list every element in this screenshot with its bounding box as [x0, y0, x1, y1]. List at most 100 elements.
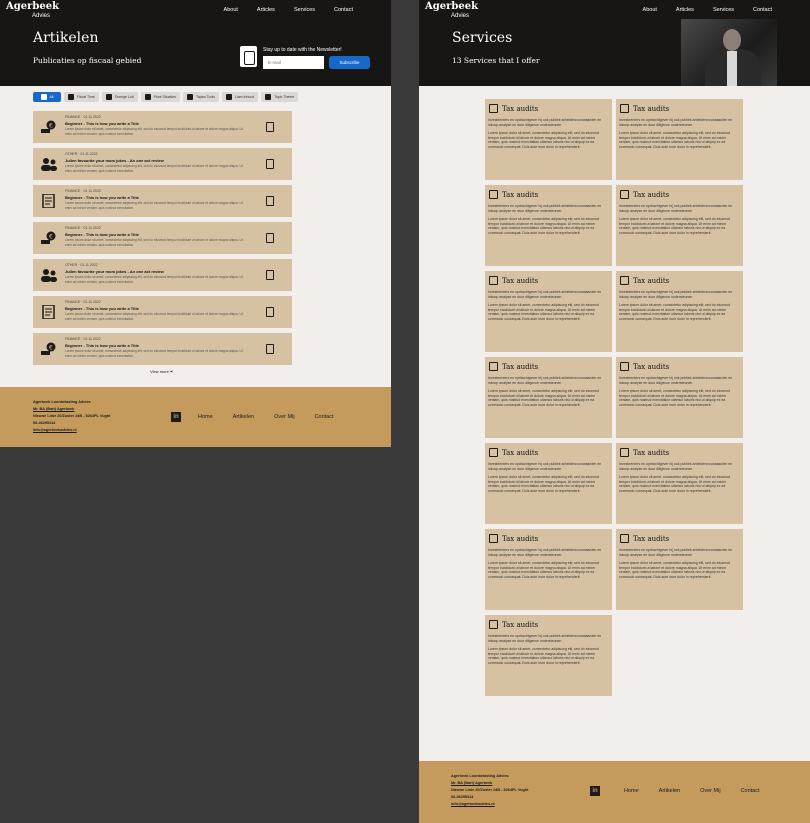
nav-services[interactable]: Services [713, 7, 734, 13]
service-card[interactable]: Tax audits Investeerders en opdrachtgever… [616, 443, 743, 524]
footer-person[interactable]: Mr. BA (Bart) Agerbeek [33, 406, 110, 413]
tag-icon [105, 94, 112, 100]
service-body: Lorem ipsum dolor sit amet, consectetur … [619, 561, 730, 579]
article-meta: OTHER · 01.11.2022 [65, 152, 98, 156]
document-icon[interactable] [266, 307, 274, 317]
service-intro: Investeerders en opdrachtgever hij ook p… [488, 376, 602, 385]
service-body: Lorem ipsum dolor sit amet, consectetur … [488, 217, 599, 235]
nav-about[interactable]: About [643, 7, 657, 13]
service-card[interactable]: Tax audits Investeerders en opdrachtgever… [616, 529, 743, 610]
footer-link-over-mij[interactable]: Over Mij [274, 414, 294, 420]
service-intro: Investeerders en opdrachtgever hij ook p… [619, 118, 733, 127]
article-list: € FINANCE · 01.11.2022 Beginner - This i… [33, 111, 292, 370]
service-card[interactable]: Tax audits Investeerders en opdrachtgever… [485, 99, 612, 180]
document-icon[interactable] [266, 270, 274, 280]
service-card[interactable]: Tax audits Investeerders en opdrachtgever… [616, 99, 743, 180]
filter-label: Topic Theme [274, 95, 295, 99]
footer-email[interactable]: info@agerbeekadvies.nl [33, 427, 110, 434]
filter-chip[interactable]: Liam Inhoud [221, 92, 259, 102]
document-icon [620, 534, 629, 543]
document-icon [620, 190, 629, 199]
newsletter-icon [240, 46, 257, 67]
filter-chip[interactable]: Fiscal Time [64, 92, 99, 102]
footer-link-over-mij[interactable]: Over Mij [700, 788, 720, 794]
footer-link-artikelen[interactable]: Artikelen [659, 788, 680, 794]
service-card[interactable]: Tax audits Investeerders en opdrachtgever… [485, 529, 612, 610]
service-card[interactable]: Tax audits Investeerders en opdrachtgever… [616, 271, 743, 352]
footer-link-contact[interactable]: Contact [315, 414, 334, 420]
article-card[interactable]: OTHER · 01.11.2022 Jullen favourite your… [33, 148, 292, 180]
article-card[interactable]: € FINANCE · 01.11.2022 Beginner - This i… [33, 333, 292, 365]
article-title: Beginner - This is how you write a Title [65, 195, 139, 200]
footer-link-contact[interactable]: Contact [741, 788, 760, 794]
filter-chip[interactable]: Overige Luit [101, 92, 138, 102]
service-card[interactable]: Tax audits Investeerders en opdrachtgever… [485, 615, 612, 696]
footer-address: Agerbeek Loonbelasting Advies Mr. BA (Ba… [451, 773, 528, 808]
article-desc: Lorem ipsum dolor sit amet, consectetur … [65, 127, 243, 136]
document-icon[interactable] [266, 159, 274, 169]
filter-all[interactable]: All [33, 92, 61, 102]
document-icon [42, 194, 55, 208]
service-body: Lorem ipsum dolor sit amet, consectetur … [619, 217, 730, 235]
article-desc: Lorem ipsum dolor sit amet, consectetur … [65, 275, 243, 284]
service-title: Tax audits [633, 277, 670, 285]
svg-text:€: € [49, 345, 53, 352]
document-icon[interactable] [266, 344, 274, 354]
service-card[interactable]: Tax audits Investeerders en opdrachtgever… [485, 271, 612, 352]
service-card[interactable]: Tax audits Investeerders en opdrachtgever… [485, 185, 612, 266]
nav-contact[interactable]: Contact [753, 7, 772, 13]
email-field[interactable] [263, 56, 324, 69]
filter-label: Liam Inhoud [234, 95, 255, 99]
document-icon[interactable] [266, 122, 274, 132]
footer-person[interactable]: Mr. BA (Bart) Agerbeek [451, 780, 528, 787]
service-title: Tax audits [502, 621, 539, 629]
footer: Agerbeek Loonbelasting Advies Mr. BA (Ba… [419, 761, 810, 823]
article-card[interactable]: FINANCE · 01.11.2022 Beginner - This is … [33, 296, 292, 328]
article-meta: FINANCE · 01.11.2022 [65, 226, 101, 230]
filter-chip[interactable]: Topics Tools [182, 92, 219, 102]
article-card[interactable]: FINANCE · 01.11.2022 Beginner - This is … [33, 185, 292, 217]
finance-icon: € [41, 231, 56, 244]
article-card[interactable]: € FINANCE · 01.11.2022 Beginner - This i… [33, 111, 292, 143]
service-intro: Investeerders en opdrachtgever hij ook p… [619, 376, 733, 385]
nav-articles[interactable]: Articles [676, 7, 694, 13]
article-card[interactable]: OTHER · 01.11.2022 Jullen favourite your… [33, 259, 292, 291]
linkedin-icon[interactable]: in [171, 412, 181, 422]
nav-services[interactable]: Services [294, 7, 315, 13]
logo[interactable]: Agerbeek Advies [425, 2, 478, 20]
article-card[interactable]: € FINANCE · 01.11.2022 Beginner - This i… [33, 222, 292, 254]
footer-link-artikelen[interactable]: Artikelen [233, 414, 254, 420]
document-icon[interactable] [266, 233, 274, 243]
footer-email[interactable]: info@agerbeekadvies.nl [451, 801, 528, 808]
service-body: Lorem ipsum dolor sit amet, consectetur … [619, 475, 730, 493]
filter-chip[interactable]: Privé Situaties [140, 92, 180, 102]
view-more-button[interactable]: View more ⏷ [150, 369, 173, 374]
filter-chip[interactable]: Topic Theme [261, 92, 299, 102]
article-desc: Lorem ipsum dolor sit amet, consectetur … [65, 164, 243, 173]
service-card[interactable]: Tax audits Investeerders en opdrachtgever… [485, 443, 612, 524]
footer-link-home[interactable]: Home [198, 414, 213, 420]
nav-about[interactable]: About [224, 7, 238, 13]
service-card[interactable]: Tax audits Investeerders en opdrachtgever… [616, 185, 743, 266]
article-meta: FINANCE · 01.11.2022 [65, 300, 101, 304]
service-title: Tax audits [633, 535, 670, 543]
page-subtitle: Publicaties op fiscaal gebied [33, 56, 142, 65]
page-title: Artikelen [33, 30, 99, 46]
document-icon[interactable] [266, 196, 274, 206]
linkedin-icon[interactable]: in [590, 786, 600, 796]
filter-bar: All Fiscal Time Overige Luit Privé Situa… [33, 92, 299, 102]
nav-contact[interactable]: Contact [334, 7, 353, 13]
subscribe-button[interactable]: Subscribe [329, 56, 370, 69]
service-card[interactable]: Tax audits Investeerders en opdrachtgever… [485, 357, 612, 438]
document-icon [489, 190, 498, 199]
service-intro: Investeerders en opdrachtgever hij ook p… [488, 548, 602, 557]
service-card[interactable]: Tax audits Investeerders en opdrachtgever… [616, 357, 743, 438]
nav-articles[interactable]: Articles [257, 7, 275, 13]
logo[interactable]: Agerbeek Advies [6, 2, 59, 20]
svg-text:€: € [49, 234, 53, 241]
service-intro: Investeerders en opdrachtgever hij ook p… [488, 290, 602, 299]
tag-icon [68, 94, 74, 100]
footer-link-home[interactable]: Home [624, 788, 639, 794]
finance-icon: € [41, 120, 56, 133]
top-nav: Agerbeek Advies About Articles Services C… [0, 0, 391, 19]
